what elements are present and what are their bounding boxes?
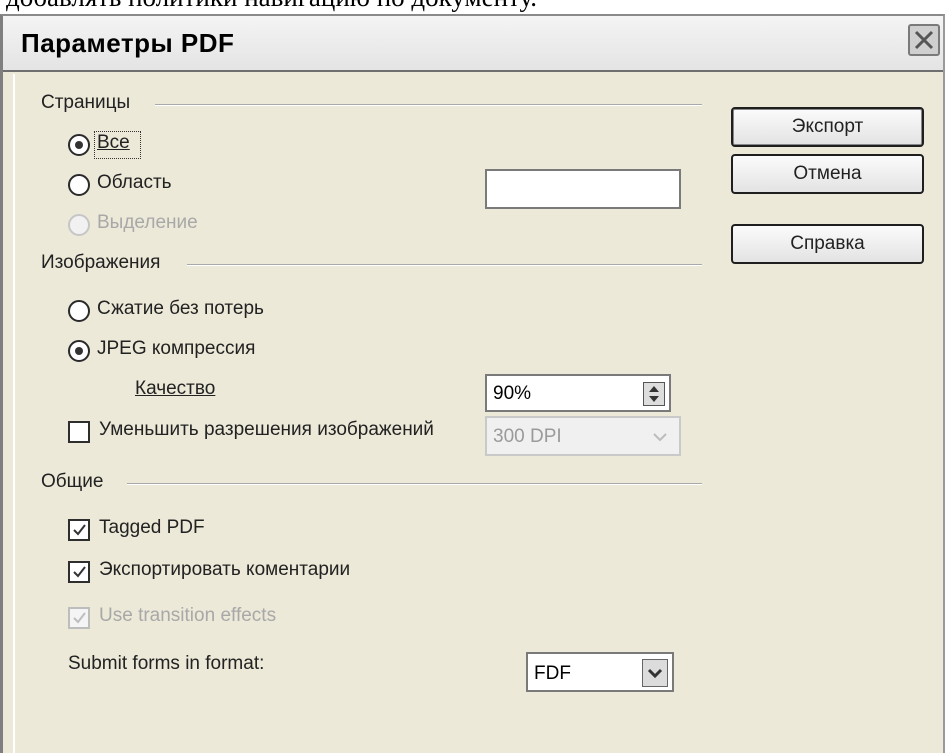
export-notes-checkbox[interactable] [68,561,90,583]
help-button[interactable]: Справка [731,224,924,264]
resolution-dropdown[interactable]: 300 DPI [485,416,681,456]
checkmark-icon [73,612,86,624]
general-group-label: Общие [41,471,104,492]
quality-spin-buttons[interactable] [643,382,665,406]
spin-arrows-icon [649,386,659,402]
submit-format-label: Submit forms in format: [68,653,265,674]
close-button[interactable] [908,24,940,56]
chevron-down-icon [653,433,667,442]
quality-value: 90% [493,383,532,404]
images-jpeg-radio[interactable] [68,340,90,362]
pages-selection-radio[interactable] [68,214,90,236]
pages-group-separator [155,104,702,106]
dialog-titlebar[interactable]: Параметры PDF [3,16,943,72]
pages-selection-label[interactable]: Выделение [97,212,198,234]
pages-all-radio[interactable] [68,134,90,156]
tagged-pdf-checkbox[interactable] [68,519,90,541]
quality-label: Качество [135,378,216,399]
reduce-resolution-label[interactable]: Уменьшить разрешения изображений [99,419,486,441]
images-lossless-radio[interactable] [68,300,90,322]
quality-spinbox[interactable]: 90% [485,374,671,412]
resolution-value: 300 DPI [493,426,562,447]
chevron-down-icon [647,668,663,679]
checkmark-icon [73,566,86,578]
transition-effects-label[interactable]: Use transition effects [99,605,276,627]
general-group-separator [127,483,702,485]
focus-indicator [94,131,141,159]
cancel-button[interactable]: Отмена [731,154,924,194]
reduce-resolution-checkbox[interactable] [68,421,90,443]
tagged-pdf-label[interactable]: Tagged PDF [99,517,205,539]
pages-range-radio[interactable] [68,174,90,196]
images-lossless-label[interactable]: Сжатие без потерь [97,298,264,320]
pdf-options-dialog: Параметры PDF Страницы Все Область Выдел… [0,14,945,754]
checkmark-icon [73,524,86,536]
images-jpeg-label[interactable]: JPEG компрессия [97,338,255,360]
dropdown-arrow-button[interactable] [642,659,668,687]
export-notes-label[interactable]: Экспортировать коментарии [99,559,350,581]
dialog-title: Параметры PDF [21,28,235,58]
close-icon [914,30,934,50]
submit-format-dropdown[interactable]: FDF [526,652,674,692]
transition-effects-checkbox[interactable] [68,607,90,629]
images-group-label: Изображения [41,252,161,273]
submit-format-value: FDF [534,663,571,684]
pages-range-input[interactable] [485,169,681,209]
document-caption-text: добавлять политики навигацию по документ… [6,0,537,13]
export-button[interactable]: Экспорт [731,107,924,147]
pages-range-label[interactable]: Область [97,172,172,194]
images-group-separator [187,264,702,266]
pages-group-label: Страницы [41,92,131,113]
dialog-body: Страницы Все Область Выделение Изображен… [13,74,941,754]
